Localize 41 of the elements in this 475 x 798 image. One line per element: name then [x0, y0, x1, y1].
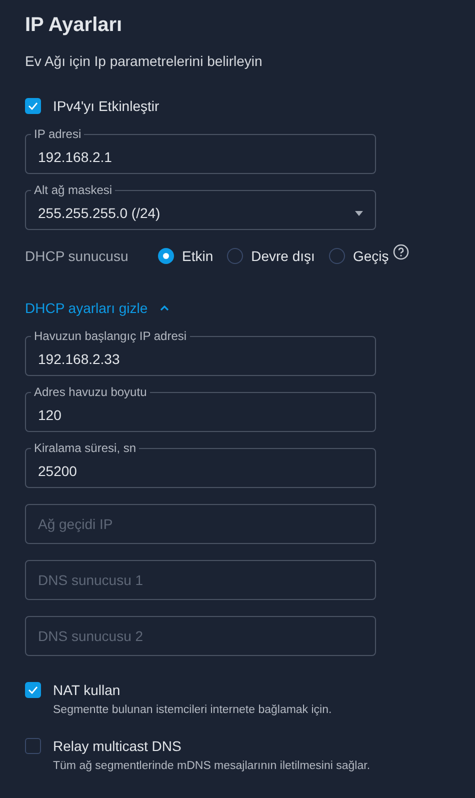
radio-group-label: DHCP sunucusu: [25, 248, 130, 264]
checkbox-label: IPv4'yı Etkinleştir: [53, 98, 160, 114]
field-label: Alt ağ maskesi: [33, 183, 114, 197]
field-placeholder: DNS sunucusu 1: [38, 572, 144, 588]
field-label: Havuzun başlangıç IP adresi: [33, 329, 188, 343]
caret-icon: [355, 210, 363, 216]
toggle-link[interactable]: DHCP ayarları gizle: [25, 300, 169, 316]
radio-option[interactable]: Geçiş: [328, 248, 389, 264]
field-label: Kiralama süresi, sn: [33, 441, 138, 455]
radio-option[interactable]: Etkin: [158, 248, 214, 264]
radio-button[interactable]: [227, 248, 244, 264]
field-value: 255.255.255.0 (/24): [38, 205, 162, 221]
chevron-icon: [160, 305, 169, 311]
field-placeholder: DNS sunucusu 2: [38, 628, 144, 644]
field-placeholder: Ağ geçidi IP: [38, 516, 114, 532]
radio-button[interactable]: [158, 248, 174, 264]
field-value: 25200: [38, 463, 78, 479]
help-icon[interactable]: [392, 244, 409, 260]
checkbox[interactable]: [25, 98, 41, 114]
checkbox-label: NAT kullan: [53, 682, 120, 698]
checkbox[interactable]: [25, 738, 41, 754]
field-value: 120: [38, 407, 62, 423]
checkbox[interactable]: [25, 682, 41, 698]
input-field[interactable]: IP adresi 192.168.2.1: [25, 127, 376, 174]
field-label: Adres havuzu boyutu: [33, 385, 148, 399]
page-title: IP Ayarları: [25, 14, 122, 37]
radio-option[interactable]: Devre dışı: [227, 248, 315, 264]
field-value: 192.168.2.1: [38, 149, 113, 165]
check-icon: [28, 102, 38, 110]
input-field[interactable]: Kiralama süresi, sn 25200: [25, 441, 376, 488]
option-description: Segmentte bulunan istemcileri internete bağlamak için.: [53, 704, 332, 716]
option-description: Tüm ağ segmentlerinde mDNS mesajlarının iletilmesini sağlar.: [53, 760, 370, 772]
field-label: IP adresi: [33, 127, 82, 141]
input-field[interactable]: Havuzun başlangıç IP adresi 192.168.2.33: [25, 329, 376, 376]
input-field[interactable]: Adres havuzu boyutu 120: [25, 385, 376, 432]
check-icon: [28, 686, 38, 694]
checkbox-label: Relay multicast DNS: [53, 738, 182, 754]
select-field[interactable]: Alt ağ maskesi 255.255.255.0 (/24): [25, 183, 376, 230]
page-subtitle: Ev Ağı için Ip parametrelerini belirleyin: [25, 53, 262, 69]
radio-button[interactable]: [328, 248, 345, 264]
field-value: 192.168.2.33: [38, 351, 121, 367]
